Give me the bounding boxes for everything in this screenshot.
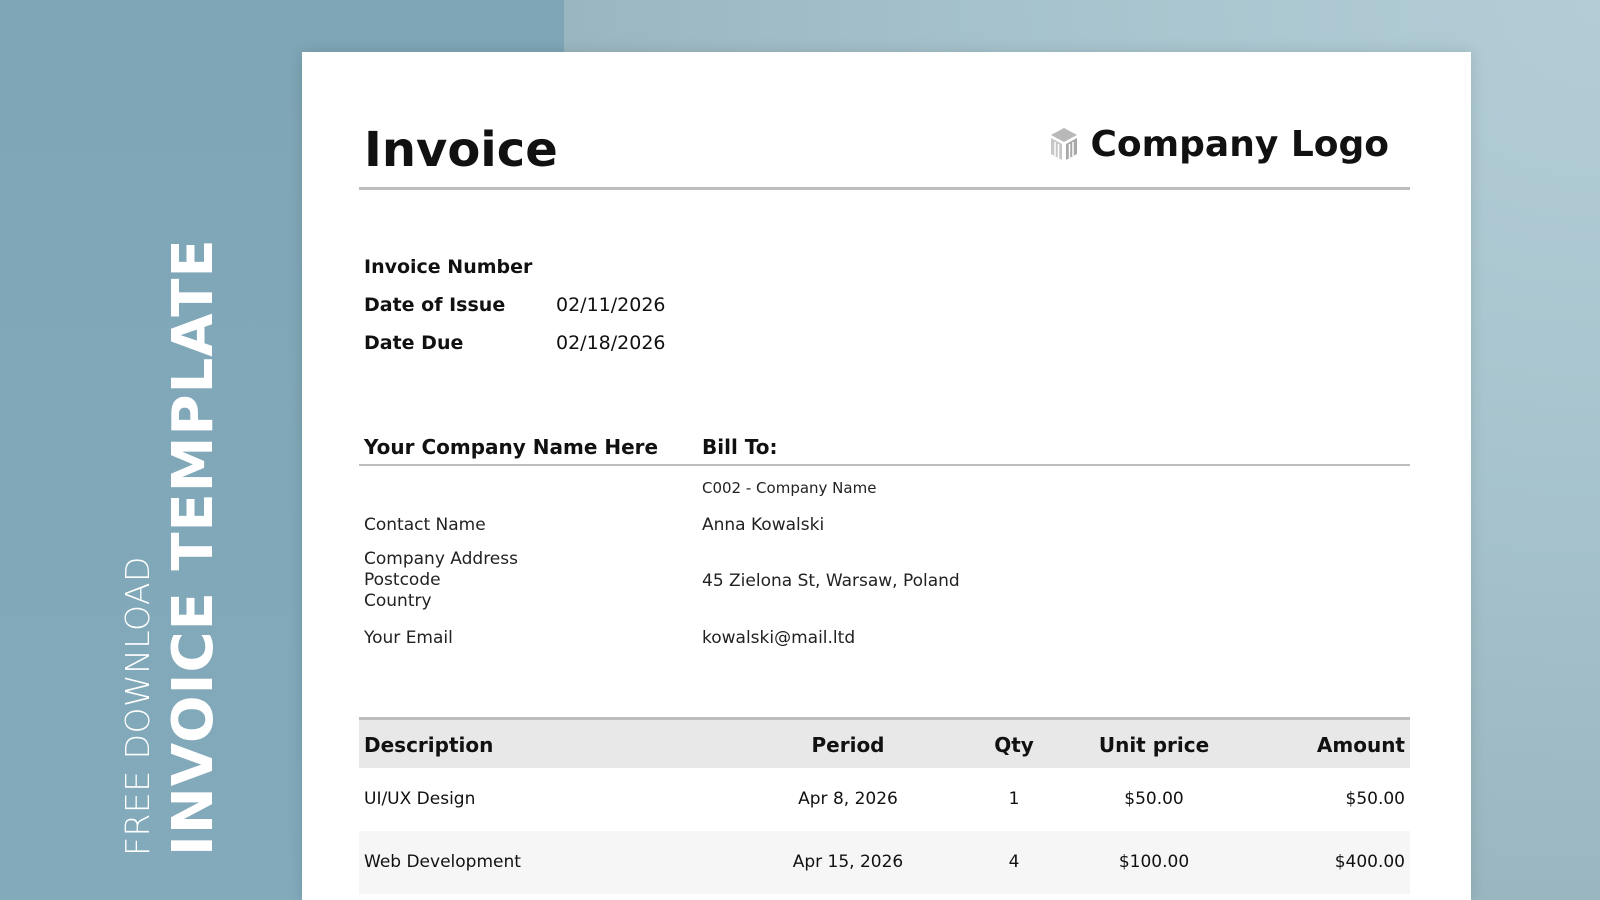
row-amount: $50.00	[1345, 789, 1405, 809]
from-address-line3: Country	[364, 591, 432, 611]
row-period: Apr 15, 2026	[792, 852, 904, 872]
header-period: Period	[811, 733, 885, 757]
date-issue-value: 02/11/2026	[556, 294, 666, 316]
row-description: Web Development	[364, 852, 521, 872]
from-address-line1: Company Address	[364, 549, 518, 569]
from-address-line2: Postcode	[364, 570, 441, 590]
cube-logo-icon	[1051, 127, 1078, 160]
header-unit-price: Unit price	[1098, 733, 1210, 757]
header-amount: Amount	[1316, 733, 1405, 757]
header-divider	[359, 187, 1410, 190]
party-divider	[359, 464, 1410, 466]
invoice-document: Invoice Company Logo Invoice Number Date…	[302, 52, 1471, 900]
row-unit-price: $50.00	[1124, 789, 1184, 809]
row-qty: 1	[1008, 789, 1020, 809]
invoice-number-label: Invoice Number	[364, 256, 533, 278]
date-due-label: Date Due	[364, 332, 464, 354]
row-period: Apr 8, 2026	[798, 789, 898, 809]
company-logo: Company Logo	[1048, 124, 1389, 165]
header-qty: Qty	[994, 733, 1034, 757]
from-company-heading: Your Company Name Here	[364, 435, 659, 459]
side-title: INVOICE TEMPLATE	[161, 238, 226, 856]
row-amount: $400.00	[1334, 852, 1405, 872]
row-unit-price: $100.00	[1118, 852, 1190, 872]
table-header-row: Description Period Qty Unit price Amount	[359, 720, 1410, 768]
from-address: Company Address Postcode Country	[364, 549, 518, 612]
from-email: Your Email	[364, 628, 453, 648]
table-row: UI/UX Design Apr 8, 2026 1 $50.00 $50.00	[359, 768, 1410, 831]
bill-to-address: 45 Zielona St, Warsaw, Poland	[702, 571, 960, 591]
bill-to-email: kowalski@mail.ltd	[702, 628, 856, 648]
header-description: Description	[364, 733, 494, 757]
row-qty: 4	[1008, 852, 1020, 872]
invoice-title: Invoice	[364, 122, 558, 178]
table-row: Web Development Apr 15, 2026 4 $100.00 $…	[359, 831, 1410, 894]
date-issue-label: Date of Issue	[364, 294, 506, 316]
logo-text: Company Logo	[1090, 124, 1389, 165]
date-due-value: 02/18/2026	[556, 332, 666, 354]
row-description: UI/UX Design	[364, 789, 476, 809]
from-contact: Contact Name	[364, 515, 486, 535]
bill-to-heading: Bill To:	[702, 435, 778, 459]
bill-to-contact: Anna Kowalski	[702, 515, 825, 535]
bill-to-company: C002 - Company Name	[702, 479, 877, 497]
side-subtitle: FREE DOWNLOAD	[118, 556, 157, 856]
